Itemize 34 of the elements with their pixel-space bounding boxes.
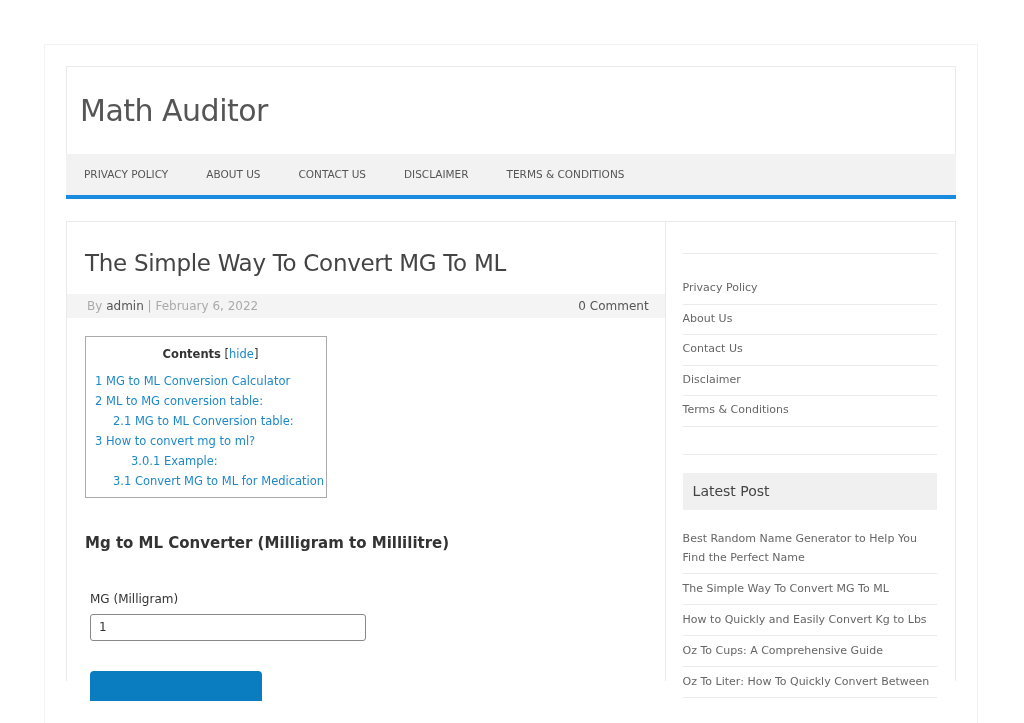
menu-link[interactable]: TERMS & CONDITIONS [506, 166, 625, 183]
sidebar-link[interactable]: Contact Us [682, 342, 743, 355]
hide-link[interactable]: hide [229, 346, 254, 361]
toc-link[interactable]: 3.1 Convert MG to ML for Medication [113, 470, 325, 491]
toc-link[interactable]: 1 MG to ML Conversion Calculator [95, 370, 291, 391]
comment-count-link[interactable]: 0 Comment [578, 296, 649, 315]
input-field[interactable]: 1 [90, 613, 366, 641]
post-link[interactable]: Oz To Liter: How To Quickly Convert Between [682, 671, 937, 691]
toc-link[interactable]: 2 ML to MG conversion table: [95, 390, 264, 411]
menu-link[interactable]: CONTACT US [298, 166, 366, 183]
toc-link[interactable]: 3.0.1 Example: [131, 450, 218, 471]
widget-heading: Latest Post [682, 472, 937, 510]
toc-link[interactable]: 3 How to convert mg to ml? [95, 430, 256, 451]
field-label: MG (Milligram) [90, 590, 180, 608]
bracket-text: ] [253, 346, 259, 361]
sidebar-link[interactable]: Terms & Conditions [682, 403, 789, 416]
post-link[interactable]: How to Quickly and Easily Convert Kg to Lbs [682, 609, 937, 629]
sidebar-link[interactable]: About Us [682, 311, 733, 325]
post-byline: By admin | February 6, 2022 [87, 297, 259, 315]
menu-link[interactable]: DISCLAIMER [404, 166, 469, 183]
site-title[interactable]: Math Auditor [80, 92, 268, 129]
contents-heading: Contents [162, 346, 221, 361]
post-link[interactable]: Best Random Name Generator to Help You Find the Perfect Name [682, 528, 937, 567]
menu-link[interactable]: PRIVACY POLICY [84, 166, 169, 183]
menu-link[interactable]: ABOUT US [206, 166, 261, 183]
converter-heading: Mg to ML Converter (Milligram to Millilitre) [85, 533, 451, 552]
article-title: The Simple Way To Convert MG To ML [85, 250, 508, 278]
bracket-text: [ [224, 346, 230, 361]
toc-link[interactable]: 2.1 MG to ML Conversion table: [113, 410, 294, 431]
post-link[interactable]: The Simple Way To Convert MG To ML [682, 578, 937, 598]
sidebar-link[interactable]: Privacy Policy [682, 281, 758, 294]
submit-button[interactable] [90, 670, 262, 701]
sidebar-link[interactable]: Disclaimer [682, 372, 741, 386]
post-link[interactable]: Oz To Cups: A Comprehensive Guide [682, 640, 937, 660]
